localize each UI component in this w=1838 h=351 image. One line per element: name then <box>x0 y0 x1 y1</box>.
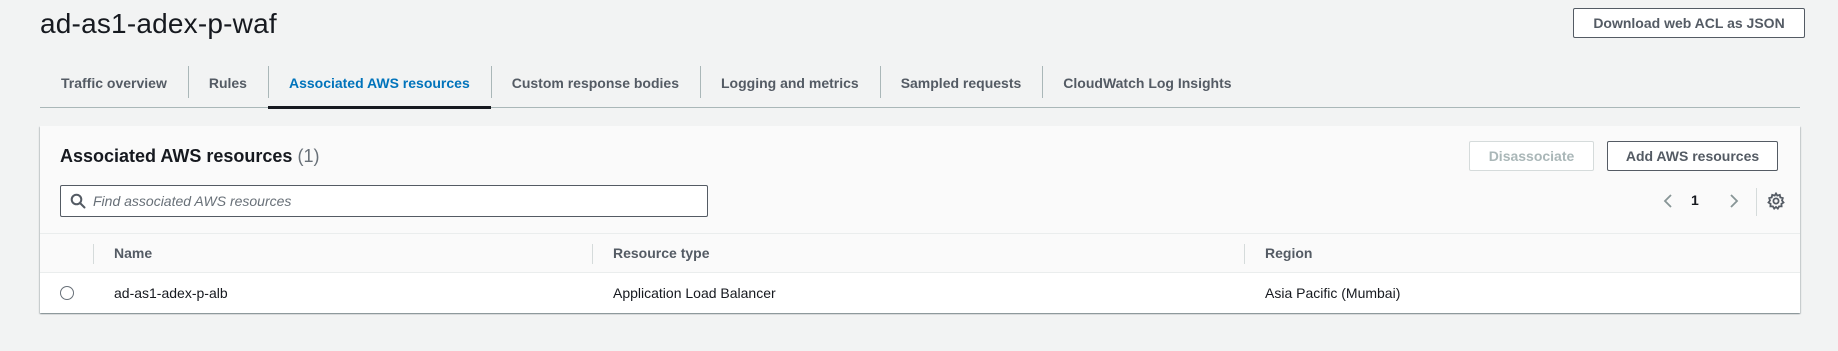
panel-title-text: Associated AWS resources <box>60 146 293 166</box>
download-json-button[interactable]: Download web ACL as JSON <box>1573 8 1805 38</box>
page-title: ad-as1-adex-p-waf <box>40 8 277 39</box>
cell-resource-type: Application Load Balancer <box>613 285 776 301</box>
chevron-left-icon[interactable] <box>1662 193 1676 209</box>
cell-region: Asia Pacific (Mumbai) <box>1265 285 1401 301</box>
tab-rules[interactable]: Rules <box>187 58 268 108</box>
tab-bar: Traffic overview Rules Associated AWS re… <box>40 58 1800 109</box>
search-box <box>60 185 708 217</box>
search-input[interactable] <box>93 186 698 216</box>
column-header-region[interactable]: Region <box>1265 234 1312 272</box>
associated-resources-panel: Associated AWS resources (1) Disassociat… <box>40 126 1800 313</box>
page: ad-as1-adex-p-waf Download web ACL as JS… <box>0 0 1838 351</box>
row-select-radio[interactable] <box>60 286 74 300</box>
panel-header: Associated AWS resources (1) Disassociat… <box>40 126 1800 233</box>
cell-name: ad-as1-adex-p-alb <box>114 285 228 301</box>
column-header-name[interactable]: Name <box>114 234 152 272</box>
pager-divider <box>1756 188 1757 216</box>
table-row[interactable]: ad-as1-adex-p-alb Application Load Balan… <box>40 273 1800 313</box>
chevron-right-icon[interactable] <box>1726 193 1740 209</box>
disassociate-button[interactable]: Disassociate <box>1469 141 1594 171</box>
tab-traffic-overview[interactable]: Traffic overview <box>40 58 188 108</box>
add-aws-resources-button[interactable]: Add AWS resources <box>1607 141 1778 171</box>
tab-logging-and-metrics[interactable]: Logging and metrics <box>700 58 880 108</box>
resource-count: (1) <box>297 146 320 166</box>
column-header-resource-type[interactable]: Resource type <box>613 234 709 272</box>
column-divider <box>592 244 593 264</box>
page-number[interactable]: 1 <box>1691 192 1699 208</box>
tab-custom-response-bodies[interactable]: Custom response bodies <box>490 58 700 108</box>
gear-icon[interactable] <box>1767 192 1785 210</box>
column-divider <box>1244 244 1245 264</box>
tab-associated-aws-resources[interactable]: Associated AWS resources <box>267 58 491 109</box>
tab-sampled-requests[interactable]: Sampled requests <box>879 58 1043 108</box>
panel-title: Associated AWS resources (1) <box>60 146 319 167</box>
column-divider <box>93 244 94 264</box>
tab-cloudwatch-log-insights[interactable]: CloudWatch Log Insights <box>1042 58 1252 108</box>
table-header: Name Resource type Region <box>40 233 1800 273</box>
search-icon <box>70 193 86 209</box>
